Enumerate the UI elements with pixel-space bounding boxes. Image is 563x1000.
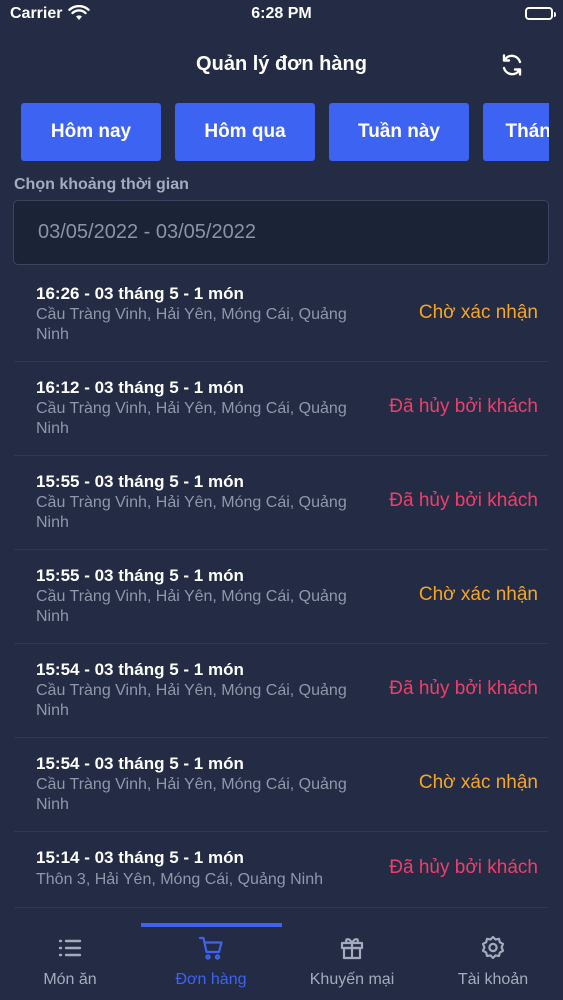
order-row[interactable]: 15:54 - 03 tháng 5 - 1 món Cầu Tràng Vin… [14, 644, 548, 738]
order-row[interactable]: 16:26 - 03 tháng 5 - 1 món Cầu Tràng Vin… [14, 268, 548, 362]
order-row[interactable]: 15:54 - 03 tháng 5 - 1 món Cầu Tràng Vin… [14, 738, 548, 832]
order-title: 16:12 - 03 tháng 5 - 1 món [36, 378, 244, 397]
date-range-field[interactable]: 03/05/2022 - 03/05/2022 [13, 200, 549, 265]
order-list: 16:26 - 03 tháng 5 - 1 món Cầu Tràng Vin… [0, 268, 563, 908]
order-status: Đã hủy bởi khách [389, 857, 538, 878]
refresh-icon[interactable] [499, 52, 525, 78]
filter-bar: Hôm nayHôm quaTuần nàyTháng này [21, 103, 549, 163]
order-status: Chờ xác nhận [418, 584, 538, 605]
order-address: Cầu Tràng Vinh, Hải Yên, Móng Cái, Quảng… [36, 306, 347, 343]
tab-account[interactable]: Tài khoản [423, 923, 563, 1000]
order-title: 15:54 - 03 tháng 5 - 1 món [36, 754, 244, 773]
order-row[interactable]: 15:55 - 03 tháng 5 - 1 món Cầu Tràng Vin… [14, 456, 548, 550]
order-title: 16:26 - 03 tháng 5 - 1 món [36, 284, 244, 303]
cart-icon [198, 935, 224, 961]
tab-promotions[interactable]: Khuyến mại [282, 923, 422, 1000]
order-address: Cầu Tràng Vinh, Hải Yên, Móng Cái, Quảng… [36, 588, 347, 625]
tab-label: Đơn hàng [175, 971, 247, 988]
status-time: 6:28 PM [251, 5, 312, 22]
order-row[interactable]: 16:12 - 03 tháng 5 - 1 món Cầu Tràng Vin… [14, 362, 548, 456]
order-status: Chờ xác nhận [418, 302, 538, 323]
order-title: 15:55 - 03 tháng 5 - 1 món [36, 472, 244, 491]
filter-this-month-button[interactable]: Tháng này [483, 103, 549, 161]
order-status: Đã hủy bởi khách [389, 396, 538, 417]
tab-label: Món ăn [43, 971, 97, 988]
filter-this-week-button[interactable]: Tuần này [329, 103, 469, 161]
tab-bar: Món ăn Đơn hàng Khuyến mại Tài khoản [0, 923, 563, 1000]
order-address: Cầu Tràng Vinh, Hải Yên, Móng Cái, Quảng… [36, 776, 347, 813]
battery-icon [525, 7, 556, 20]
order-status: Chờ xác nhận [418, 772, 538, 793]
filter-today-button[interactable]: Hôm nay [21, 103, 161, 161]
order-status: Đã hủy bởi khách [389, 490, 538, 511]
order-address: Cầu Tràng Vinh, Hải Yên, Móng Cái, Quảng… [36, 400, 347, 437]
order-title: 15:55 - 03 tháng 5 - 1 món [36, 566, 244, 585]
order-row[interactable]: 15:14 - 03 tháng 5 - 1 món Thôn 3, Hải Y… [14, 832, 548, 908]
tab-orders[interactable]: Đơn hàng [141, 923, 281, 1000]
list-icon [57, 935, 83, 961]
gift-icon [339, 935, 365, 961]
order-address: Thôn 3, Hải Yên, Móng Cái, Quảng Ninh [36, 871, 323, 888]
order-title: 15:14 - 03 tháng 5 - 1 món [36, 848, 244, 867]
order-status: Đã hủy bởi khách [389, 678, 538, 699]
status-bar: Carrier 6:28 PM [0, 0, 563, 30]
order-address: Cầu Tràng Vinh, Hải Yên, Móng Cái, Quảng… [36, 494, 347, 531]
gear-icon [480, 935, 506, 961]
date-range-label: Chọn khoảng thời gian [14, 176, 189, 193]
order-address: Cầu Tràng Vinh, Hải Yên, Móng Cái, Quảng… [36, 682, 347, 719]
page-title: Quản lý đơn hàng [196, 53, 367, 75]
tab-dishes[interactable]: Món ăn [0, 923, 140, 1000]
filter-yesterday-button[interactable]: Hôm qua [175, 103, 315, 161]
tab-label: Khuyến mại [309, 971, 395, 988]
order-title: 15:54 - 03 tháng 5 - 1 món [36, 660, 244, 679]
order-row[interactable]: 15:55 - 03 tháng 5 - 1 món Cầu Tràng Vin… [14, 550, 548, 644]
tab-label: Tài khoản [457, 971, 529, 988]
